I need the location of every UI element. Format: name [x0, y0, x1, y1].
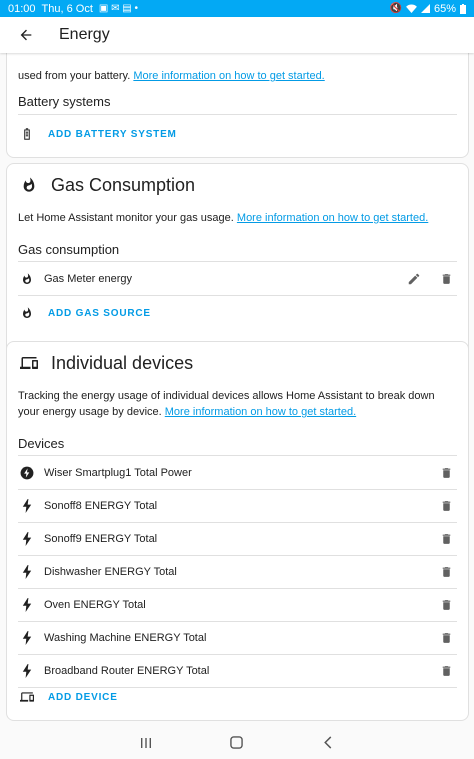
page-title: Energy: [59, 26, 110, 43]
delete-device-button[interactable]: [435, 495, 457, 517]
battery-intro-label: used from your battery.: [18, 70, 131, 82]
energy-config-content[interactable]: used from your battery. More information…: [0, 53, 474, 726]
mute-icon: 🔇: [389, 2, 402, 14]
gas-card-title: Gas Consumption: [51, 174, 196, 195]
lightning-bolt-icon: [18, 629, 36, 647]
divider: [18, 295, 457, 296]
device-list: Wiser Smartplug1 Total Power Sonoff8 ENER…: [7, 457, 468, 688]
battery-icon: [460, 3, 466, 14]
gas-intro-label: Let Home Assistant monitor your gas usag…: [18, 212, 234, 224]
device-label: Sonoff9 ENERGY Total: [44, 533, 158, 545]
devices-card-title: Individual devices: [51, 352, 194, 373]
device-label: Sonoff8 ENERGY Total: [44, 500, 158, 512]
device-label: Oven ENERGY Total: [44, 599, 146, 611]
devices-card: Individual devices Tracking the energy u…: [6, 341, 469, 721]
lightning-bolt-icon: [18, 497, 36, 515]
divider: [18, 114, 457, 115]
devices-intro-text: Tracking the energy usage of individual …: [7, 388, 468, 420]
device-label: Wiser Smartplug1 Total Power: [44, 467, 192, 479]
device-row: Sonoff8 ENERGY Total: [7, 490, 468, 522]
devices-card-header: Individual devices: [7, 352, 468, 374]
gas-consumption-heading: Gas consumption: [18, 242, 120, 257]
fire-icon: [18, 270, 36, 288]
gas-source-row: Gas Meter energy: [7, 263, 468, 295]
gas-source-label: Gas Meter energy: [44, 273, 133, 285]
status-time: 01:00: [8, 2, 36, 15]
divider: [18, 261, 457, 262]
trash-icon: [442, 633, 450, 643]
delete-device-button[interactable]: [435, 528, 457, 550]
delete-device-button[interactable]: [435, 462, 457, 484]
lightning-bolt-icon: [18, 596, 36, 614]
lightning-bolt-icon: [18, 662, 36, 680]
recents-icon: [140, 737, 151, 748]
add-battery-system-button[interactable]: ADD BATTERY SYSTEM: [48, 129, 177, 140]
add-device-button[interactable]: ADD DEVICE: [48, 692, 118, 703]
device-row: Sonoff9 ENERGY Total: [7, 523, 468, 555]
pencil-icon: [408, 273, 420, 285]
battery-systems-heading: Battery systems: [18, 94, 111, 109]
app-bar: Energy: [0, 17, 474, 53]
delete-device-button[interactable]: [435, 660, 457, 682]
battery-intro-text: used from your battery. More information…: [7, 68, 336, 84]
home-icon: [230, 736, 244, 749]
device-label: Washing Machine ENERGY Total: [44, 632, 207, 644]
battery-level: 65%: [433, 2, 456, 15]
trash-icon: [442, 468, 450, 478]
gas-intro-text: Let Home Assistant monitor your gas usag…: [7, 210, 439, 226]
device-row: Washing Machine ENERGY Total: [7, 622, 468, 654]
notification-icons: ▣ ✉ ▤ •: [98, 2, 139, 14]
lightning-circle-icon: [18, 464, 36, 482]
battery-card: used from your battery. More information…: [6, 53, 469, 158]
add-device-row[interactable]: ADD DEVICE: [7, 681, 468, 713]
delete-device-button[interactable]: [435, 627, 457, 649]
lightning-bolt-icon: [18, 530, 36, 548]
trash-icon: [442, 534, 450, 544]
trash-icon: [442, 567, 450, 577]
trash-icon: [442, 501, 450, 511]
status-date: Thu, 6 Oct: [41, 2, 93, 15]
devices-icon: [18, 688, 36, 706]
add-gas-source-button[interactable]: ADD GAS SOURCE: [48, 308, 151, 319]
battery-info-link[interactable]: More information on how to get started.: [133, 70, 324, 82]
arrow-left-icon: [20, 29, 32, 41]
battery-icon: [18, 125, 36, 143]
trash-icon: [442, 600, 450, 610]
devices-icon: [18, 352, 40, 374]
delete-device-button[interactable]: [435, 561, 457, 583]
status-bar: 01:00 Thu, 6 Oct ▣ ✉ ▤ • 🔇 65%: [0, 0, 474, 17]
home-button[interactable]: [217, 728, 257, 758]
device-row: Oven ENERGY Total: [7, 589, 468, 621]
chevron-left-icon: [324, 736, 332, 749]
add-battery-row[interactable]: ADD BATTERY SYSTEM: [7, 118, 468, 150]
edit-gas-source-button[interactable]: [403, 268, 425, 290]
divider: [18, 455, 457, 456]
system-nav-bar: [0, 726, 474, 759]
lightning-bolt-icon: [18, 563, 36, 581]
fire-icon: [18, 174, 40, 196]
trash-icon: [442, 274, 450, 284]
device-row: Wiser Smartplug1 Total Power: [7, 457, 468, 489]
trash-icon: [442, 666, 450, 676]
recents-button[interactable]: [126, 728, 166, 758]
wifi-icon: [406, 4, 417, 13]
signal-icon: [420, 4, 430, 13]
fire-icon: [18, 304, 36, 322]
delete-gas-source-button[interactable]: [435, 268, 457, 290]
device-label: Dishwasher ENERGY Total: [44, 566, 177, 578]
delete-device-button[interactable]: [435, 594, 457, 616]
back-button[interactable]: [6, 17, 46, 53]
gas-card-header: Gas Consumption: [7, 174, 468, 196]
add-gas-row[interactable]: ADD GAS SOURCE: [7, 297, 468, 329]
device-row: Dishwasher ENERGY Total: [7, 556, 468, 588]
gas-info-link[interactable]: More information on how to get started.: [237, 212, 428, 224]
back-nav-button[interactable]: [308, 728, 348, 758]
device-label: Broadband Router ENERGY Total: [44, 665, 210, 677]
devices-heading: Devices: [18, 436, 65, 451]
devices-info-link[interactable]: More information on how to get started.: [165, 406, 356, 418]
